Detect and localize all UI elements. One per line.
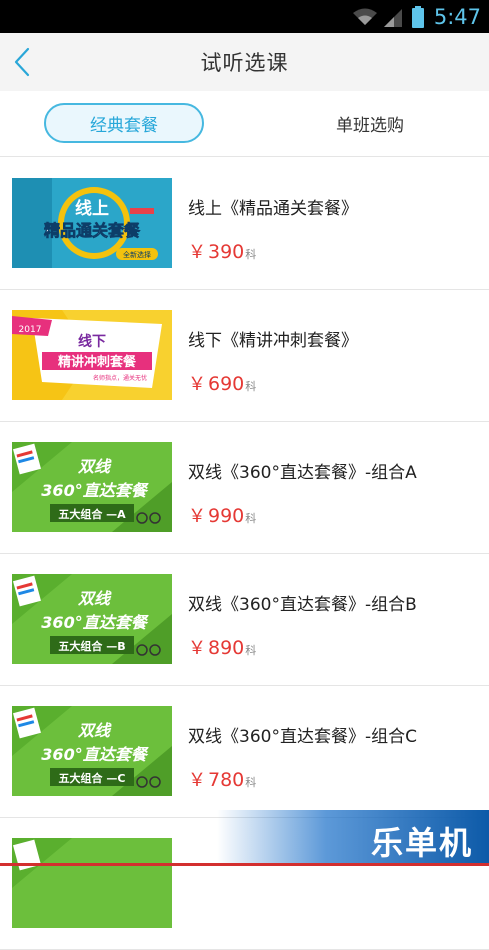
course-banner-image: 2017 线下 精讲冲刺套餐 名师指点，通关无忧 <box>12 310 172 400</box>
clock: 5:47 <box>434 5 481 29</box>
price-value: 990 <box>208 505 244 527</box>
page-title: 试听选课 <box>201 47 289 77</box>
banner-line2: 精品通关套餐 <box>44 221 141 240</box>
currency-symbol: ￥ <box>188 638 206 659</box>
price-unit: 科 <box>245 644 256 657</box>
price-unit: 科 <box>245 512 256 525</box>
battery-icon <box>412 6 424 28</box>
back-arrow-icon[interactable] <box>8 45 38 79</box>
course-name: 双线《360°直达套餐》-组合C <box>188 722 417 747</box>
course-banner-image: 双线 360°直达套餐 五大组合 —A <box>12 442 172 532</box>
banner-line2: 360°直达套餐 <box>41 745 149 764</box>
banner-line1: 双线 <box>77 589 112 608</box>
course-banner-image: 双线 360°直达套餐 五大组合 —C <box>12 706 172 796</box>
title-bar: 试听选课 <box>0 33 489 91</box>
banner-line1: 线下 <box>78 333 106 350</box>
tab-single-class[interactable]: 单班选购 <box>290 103 450 143</box>
tab-classic-packages[interactable]: 经典套餐 <box>44 103 204 143</box>
price-unit: 科 <box>245 248 256 261</box>
banner-tag: 全新选择 <box>123 250 151 259</box>
course-name: 双线《360°直达套餐》-组合A <box>188 458 417 483</box>
list-item[interactable]: 2017 线下 精讲冲刺套餐 名师指点，通关无忧 线下《精讲冲刺套餐》 ￥690… <box>0 290 489 422</box>
list-item[interactable]: 双线 360°直达套餐 五大组合 —A 双线《360°直达套餐》-组合A ￥99… <box>0 422 489 554</box>
banner-line1: 双线 <box>77 457 112 476</box>
watermark-text: 乐单机 <box>371 818 473 864</box>
banner-line1: 线上 <box>75 198 109 219</box>
course-price: ￥990科 <box>188 502 256 528</box>
tab-bar: 经典套餐 单班选购 <box>0 91 489 157</box>
list-item[interactable]: 双线 360°直达套餐 五大组合 —C 双线《360°直达套餐》-组合C ￥78… <box>0 686 489 818</box>
currency-symbol: ￥ <box>188 506 206 527</box>
currency-symbol: ￥ <box>188 242 206 263</box>
watermark-logo: 乐单机 <box>217 810 489 866</box>
status-bar: 5:47 <box>0 0 489 33</box>
course-price: ￥690科 <box>188 370 256 396</box>
course-banner-image: 线上 精品通关套餐 全新选择 <box>12 178 172 268</box>
course-banner-image <box>12 838 172 928</box>
price-value: 690 <box>208 373 244 395</box>
course-name: 双线《360°直达套餐》-组合B <box>188 590 417 615</box>
banner-line1: 双线 <box>77 721 112 740</box>
banner-tag: 五大组合 —C <box>59 771 126 785</box>
banner-tag: 五大组合 —A <box>58 507 126 521</box>
list-item[interactable]: 双线 360°直达套餐 五大组合 —B 双线《360°直达套餐》-组合B ￥89… <box>0 554 489 686</box>
banner-tag: 五大组合 —B <box>58 639 125 653</box>
list-item[interactable]: 线上 精品通关套餐 全新选择 线上《精品通关套餐》 ￥390科 <box>0 158 489 290</box>
price-value: 390 <box>208 241 244 263</box>
course-name: 线上《精品通关套餐》 <box>188 194 358 219</box>
course-name: 线下《精讲冲刺套餐》 <box>188 326 358 351</box>
currency-symbol: ￥ <box>188 770 206 791</box>
course-price: ￥780科 <box>188 766 256 792</box>
banner-line2: 精讲冲刺套餐 <box>58 354 137 370</box>
course-price: ￥390科 <box>188 238 256 264</box>
price-value: 780 <box>208 769 244 791</box>
signal-icon <box>382 7 404 27</box>
price-value: 890 <box>208 637 244 659</box>
price-unit: 科 <box>245 776 256 789</box>
wifi-icon <box>352 7 378 27</box>
banner-line2: 360°直达套餐 <box>41 481 149 500</box>
course-price: ￥890科 <box>188 634 256 660</box>
price-unit: 科 <box>245 380 256 393</box>
banner-line2: 360°直达套餐 <box>41 613 149 632</box>
banner-tag: 名师指点，通关无忧 <box>93 374 147 382</box>
currency-symbol: ￥ <box>188 374 206 395</box>
course-banner-image: 双线 360°直达套餐 五大组合 —B <box>12 574 172 664</box>
banner-year: 2017 <box>19 325 42 335</box>
